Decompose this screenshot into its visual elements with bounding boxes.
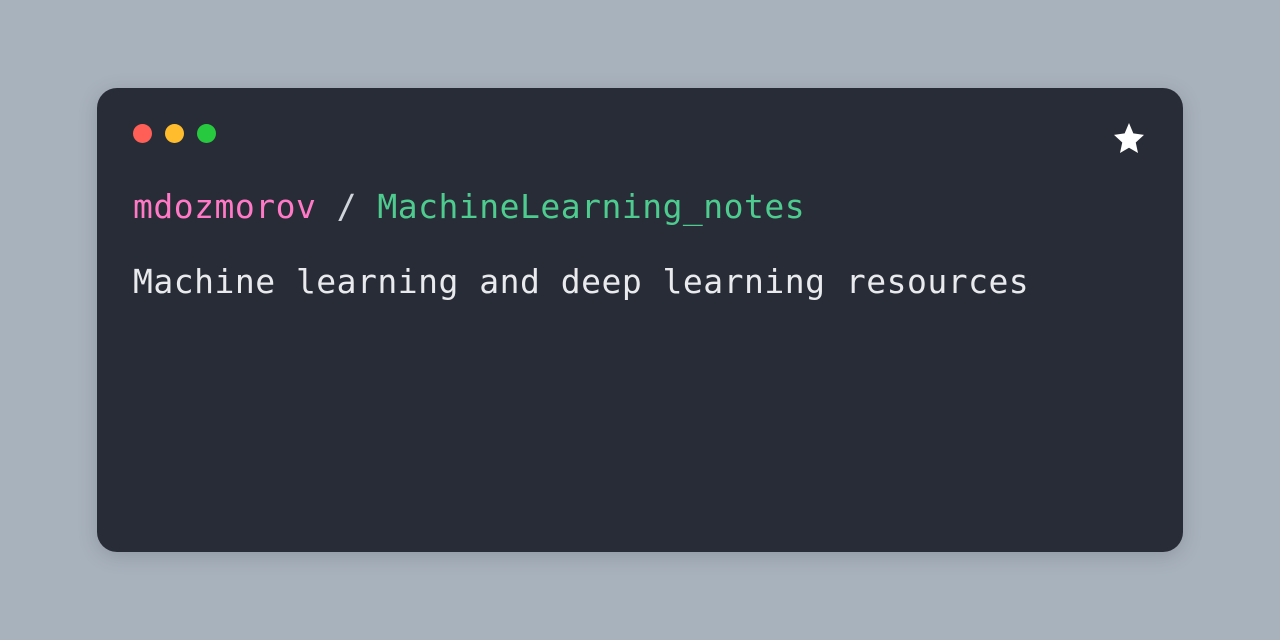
repo-description: Machine learning and deep learning resou… (133, 262, 1147, 301)
repo-title: mdozmorov / MachineLearning_notes (133, 187, 1147, 226)
repo-card: mdozmorov / MachineLearning_notes Machin… (97, 88, 1183, 552)
repo-name[interactable]: MachineLearning_notes (377, 187, 805, 226)
repo-separator: / (316, 187, 377, 226)
repo-owner[interactable]: mdozmorov (133, 187, 316, 226)
close-icon[interactable] (133, 124, 152, 143)
minimize-icon[interactable] (165, 124, 184, 143)
maximize-icon[interactable] (197, 124, 216, 143)
traffic-lights (133, 124, 1147, 143)
star-icon[interactable] (1111, 120, 1147, 156)
